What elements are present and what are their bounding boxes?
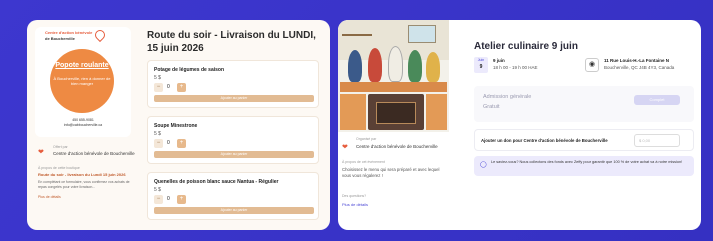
event-image: [338, 20, 449, 132]
image-cabinet: [340, 94, 366, 130]
organizer-name[interactable]: Centre d'action bénévole de Boucherville: [356, 144, 438, 149]
donation-label: Ajouter un don pour Centre d'action béné…: [481, 138, 608, 143]
add-to-cart-button[interactable]: Ajouter au panier: [154, 95, 314, 102]
donation-row: Ajouter un don pour Centre d'action béné…: [474, 129, 694, 151]
image-shelf: [342, 34, 372, 36]
ticket-card: Admission générale Gratuit Complet: [474, 86, 694, 122]
page-title: Route du soir - Livraison du LUNDI, 15 j…: [147, 30, 316, 54]
logo-badge-text: À Boucherville, rien à donner de bien ma…: [53, 76, 111, 86]
add-to-cart-button[interactable]: Ajouter au panier: [154, 151, 314, 158]
image-person: [388, 46, 403, 82]
logo-badge-title: Popote roulante: [55, 62, 109, 69]
event-main: Atelier culinaire 9 juin Juin 9 9 juin 1…: [458, 20, 701, 230]
product-card: Quenelles de poisson blanc sauce Nantua …: [147, 172, 319, 220]
organizer-name[interactable]: Centre d'action bénévole de Boucherville: [53, 151, 135, 156]
product-price: 5 $: [154, 187, 161, 193]
page-background: Centre d'action bénévole de Boucherville…: [0, 0, 713, 241]
about-title: Route du soir - livraison du Lundi 15 ju…: [38, 172, 126, 177]
event-card: ❤ Organisé par Centre d'action bénévole …: [338, 20, 701, 230]
about-description: En complétant ce formulaire, vous confir…: [38, 180, 130, 189]
date-day: 9: [479, 64, 483, 70]
logo-email: info@cabboucherville.ca: [63, 122, 103, 127]
product-price: 5 $: [154, 131, 161, 137]
quantity-value[interactable]: 0: [167, 140, 170, 146]
about-description: Choisissez le menu qui sera préparé et a…: [342, 167, 440, 178]
quantity-value[interactable]: 0: [167, 196, 170, 202]
increment-button[interactable]: +: [177, 139, 186, 148]
image-person: [368, 48, 382, 82]
decrement-button[interactable]: −: [154, 195, 163, 204]
shop-card: Centre d'action bénévole de Boucherville…: [27, 20, 330, 230]
image-cabinet: [426, 94, 447, 130]
increment-button[interactable]: +: [177, 195, 186, 204]
questions-caption: Des questions?: [342, 194, 367, 198]
quantity-value[interactable]: 0: [167, 84, 170, 90]
product-price: 5 $: [154, 75, 161, 81]
image-person: [348, 50, 362, 82]
event-address[interactable]: 11 Rue Louis-H.-La Fontaine N: [604, 58, 669, 63]
event-city[interactable]: Boucherville, QC J4B 4Y3, Canada: [604, 65, 674, 70]
hand-heart-icon: ❤: [38, 149, 44, 156]
event-time: 18 h 00 - 19 h 00 HAE: [493, 65, 538, 70]
more-details-link[interactable]: Plus de détails: [38, 195, 61, 199]
logo-brand-line1: Centre d'action bénévole: [45, 30, 93, 35]
shop-sidebar: Centre d'action bénévole de Boucherville…: [27, 20, 139, 230]
image-person: [408, 50, 422, 82]
product-name: Potage de légumes de saison: [154, 67, 225, 73]
organizer-caption: Offert par: [53, 145, 68, 149]
organizer-caption: Organisé par: [356, 137, 377, 141]
about-caption: À propos de cet événement: [342, 160, 385, 164]
product-card: Potage de légumes de saison 5 $ − 0 + Aj…: [147, 60, 319, 108]
about-caption: À propos de cette boutique: [38, 166, 80, 170]
product-name: Soupe Minestrone: [154, 123, 198, 129]
product-name: Quenelles de poisson blanc sauce Nantua …: [154, 179, 279, 185]
info-banner: ◯ Le saviez-vous? Nous collectons des fo…: [474, 156, 694, 176]
decrement-button[interactable]: −: [154, 83, 163, 92]
image-counter: [340, 82, 447, 92]
image-window: [408, 25, 436, 43]
add-to-cart-button[interactable]: Ajouter au panier: [154, 207, 314, 214]
donation-input[interactable]: $ 0,00: [634, 134, 680, 147]
image-oven: [376, 102, 416, 124]
sold-out-button[interactable]: Complet: [634, 95, 680, 105]
shop-main: Route du soir - Livraison du LUNDI, 15 j…: [147, 20, 330, 230]
image-person: [426, 52, 440, 82]
logo-contact: 450 655-9081 info@cabboucherville.ca: [35, 118, 131, 127]
calendar-icon: Juin 9: [474, 57, 488, 73]
event-date: 9 juin: [493, 58, 505, 63]
page-title: Atelier culinaire 9 juin: [474, 41, 578, 52]
logo-brand-line2: de Boucherville: [45, 36, 75, 41]
increment-button[interactable]: +: [177, 83, 186, 92]
hand-heart-icon: ❤: [342, 144, 348, 151]
product-card: Soupe Minestrone 5 $ − 0 + Ajouter au pa…: [147, 116, 319, 164]
date-month: Juin: [477, 58, 485, 62]
organization-logo: Centre d'action bénévole de Boucherville…: [35, 27, 131, 137]
logo-badge: Popote roulante À Boucherville, rien à d…: [50, 49, 114, 113]
more-details-link[interactable]: Plus de détails: [342, 202, 368, 207]
ticket-name: Admission générale: [483, 94, 532, 100]
ticket-price: Gratuit: [483, 104, 500, 110]
lightbulb-icon: ◯: [480, 162, 487, 168]
info-banner-text: Le saviez-vous? Nous collectons des fond…: [491, 160, 683, 164]
heart-icon: [92, 27, 108, 43]
location-pin-icon: ◉: [585, 58, 599, 72]
decrement-button[interactable]: −: [154, 139, 163, 148]
